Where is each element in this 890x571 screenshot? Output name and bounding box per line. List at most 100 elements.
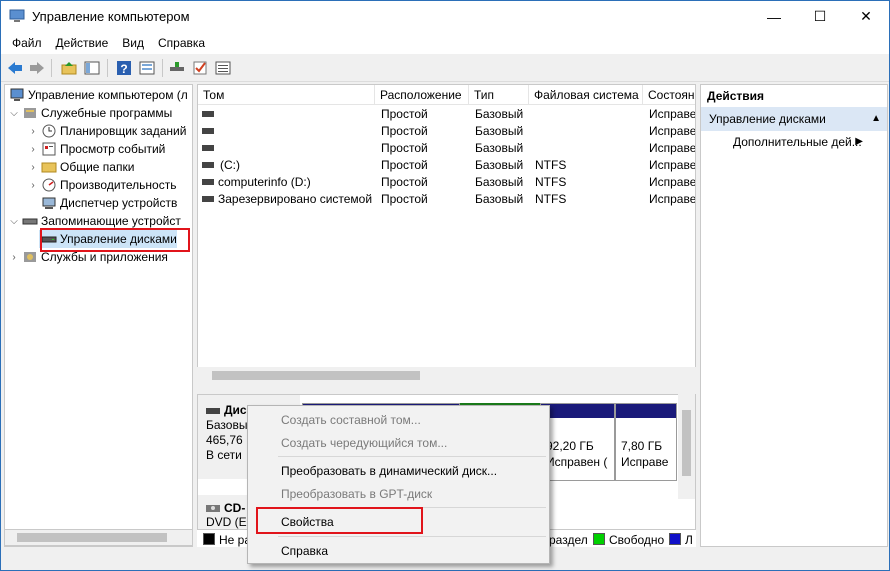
- storage-icon: [22, 218, 38, 225]
- chevron-right-icon[interactable]: ›: [27, 162, 39, 173]
- scroll-thumb[interactable]: [17, 533, 167, 542]
- tree-item-performance[interactable]: › Производительность: [27, 176, 176, 194]
- menu-properties[interactable]: Свойства: [249, 511, 549, 533]
- tree-label-disk-management: Управление дисками: [60, 232, 177, 246]
- volume-status: Исправе: [649, 175, 696, 189]
- menu-convert-dynamic[interactable]: Преобразовать в динамический диск...: [249, 460, 549, 482]
- computer-management-window: Управление компьютером — ☐ ✕ Файл Действ…: [0, 0, 890, 571]
- partition-block[interactable]: 92,20 ГБ Исправен (: [540, 403, 615, 481]
- tree-item-services-apps[interactable]: › Службы и приложения: [8, 248, 168, 266]
- tree-label-event-viewer: Просмотр событий: [60, 142, 166, 156]
- tree-label-root: Управление компьютером (л: [28, 88, 188, 102]
- scroll-thumb[interactable]: [212, 371, 420, 380]
- forward-icon[interactable]: [27, 58, 47, 78]
- graph-vertical-scrollbar[interactable]: [678, 394, 695, 499]
- check-icon[interactable]: [190, 58, 210, 78]
- tree-item-task-scheduler[interactable]: › Планировщик заданий: [27, 122, 186, 140]
- chevron-right-icon[interactable]: ›: [8, 252, 20, 263]
- volume-status: Исправе: [649, 158, 696, 172]
- volume-layout: Простой: [381, 107, 428, 121]
- tree-horizontal-scrollbar[interactable]: [4, 529, 193, 546]
- tree-root[interactable]: Управление компьютером (л: [7, 86, 188, 104]
- volume-row[interactable]: computerinfo (D:) Простой Базовый NTFS И…: [198, 174, 696, 191]
- context-menu: Создать составной том... Создать чередую…: [247, 405, 550, 564]
- actions-more-button[interactable]: Дополнительные дей... ▶: [701, 131, 887, 153]
- services-icon: [24, 252, 36, 262]
- menu-action[interactable]: Действие: [49, 36, 116, 50]
- scroll-thumb[interactable]: [682, 410, 691, 476]
- svg-text:?: ?: [120, 62, 127, 76]
- minimize-button[interactable]: —: [751, 1, 797, 32]
- menu-create-spanned-volume[interactable]: Создать составной том...: [249, 409, 549, 431]
- volume-type: Базовый: [475, 192, 524, 206]
- tree-item-disk-management[interactable]: Управление дисками: [39, 230, 177, 248]
- properties-icon[interactable]: [137, 58, 157, 78]
- tree-item-shared-folders[interactable]: › Общие папки: [27, 158, 134, 176]
- chevron-down-icon[interactable]: ⌵: [8, 108, 20, 119]
- legend-partition: раздел: [549, 533, 588, 547]
- tree-label-device-manager: Диспетчер устройств: [60, 196, 178, 210]
- chevron-right-icon[interactable]: ›: [27, 126, 39, 137]
- maximize-button[interactable]: ☐: [797, 1, 843, 32]
- volume-row[interactable]: Простой Базовый Исправе: [198, 123, 696, 140]
- event-log-icon: [42, 142, 56, 156]
- column-header-layout[interactable]: Расположение: [375, 85, 469, 105]
- tree-item-storage[interactable]: ⌵ Запоминающие устройст: [8, 212, 181, 230]
- partition-status: Исправе: [621, 455, 669, 469]
- tree-label-task-scheduler: Планировщик заданий: [60, 124, 187, 138]
- device-manager-icon: [42, 197, 56, 209]
- chevron-right-icon[interactable]: ›: [27, 144, 39, 155]
- help-icon[interactable]: ?: [114, 58, 134, 78]
- column-header-status[interactable]: Состояние: [643, 85, 695, 105]
- navigation-tree: Управление компьютером (л ⌵ Служебные пр…: [4, 84, 193, 547]
- legend-free: Свободно: [609, 533, 665, 547]
- collapse-up-icon[interactable]: ▲: [871, 107, 881, 131]
- column-header-volume[interactable]: Том: [198, 85, 375, 105]
- clock-icon: [42, 124, 56, 138]
- disk-connect-icon[interactable]: [167, 58, 187, 78]
- tree-label-shared-folders: Общие папки: [60, 160, 135, 174]
- column-header-type[interactable]: Тип: [469, 85, 529, 105]
- volume-type: Базовый: [475, 107, 524, 121]
- volume-row[interactable]: Простой Базовый Исправе: [198, 140, 695, 157]
- partition-size: 7,80 ГБ: [621, 439, 663, 453]
- menu-help[interactable]: Справка: [151, 36, 212, 50]
- tree-item-system-tools[interactable]: ⌵ Служебные программы: [8, 104, 172, 122]
- menu-help[interactable]: Справка: [249, 540, 549, 562]
- menu-create-striped-volume[interactable]: Создать чередующийся том...: [249, 432, 549, 454]
- cd-drive-icon: [206, 505, 220, 512]
- chevron-right-icon[interactable]: ›: [27, 180, 39, 191]
- volume-row[interactable]: (C:) Простой Базовый NTFS Исправе: [198, 157, 696, 174]
- list-icon[interactable]: [213, 58, 233, 78]
- menu-convert-gpt[interactable]: Преобразовать в GPT-диск: [249, 483, 549, 505]
- menu-view[interactable]: Вид: [115, 36, 151, 50]
- tree-label-storage: Запоминающие устройст: [41, 214, 181, 228]
- chevron-down-icon[interactable]: ⌵: [8, 216, 20, 227]
- actions-section-disk-management[interactable]: Управление дисками ▲: [701, 107, 887, 131]
- up-folder-icon[interactable]: [59, 58, 79, 78]
- volume-list-horizontal-scrollbar[interactable]: [197, 367, 696, 384]
- volume-name: computerinfo (D:): [218, 175, 311, 189]
- show-tree-icon[interactable]: [82, 58, 102, 78]
- volume-status: Исправе: [649, 124, 696, 138]
- volume-layout: Простой: [381, 158, 428, 172]
- column-header-filesystem[interactable]: Файловая система: [529, 85, 643, 105]
- volume-name: (C:): [220, 158, 240, 172]
- volume-layout: Простой: [381, 192, 428, 206]
- volume-row[interactable]: Зарезервировано системой Простой Базовый…: [198, 191, 695, 208]
- partition-block[interactable]: 7,80 ГБ Исправе: [615, 403, 677, 481]
- menu-file[interactable]: Файл: [5, 36, 49, 50]
- back-icon[interactable]: [5, 58, 25, 78]
- close-button[interactable]: ✕: [843, 1, 889, 32]
- tree-item-device-manager[interactable]: Диспетчер устройств: [39, 194, 177, 212]
- volume-row[interactable]: Простой Базовый Исправе: [198, 106, 695, 123]
- title-bar: Управление компьютером — ☐ ✕: [1, 1, 889, 32]
- disk-management-icon: [41, 236, 57, 243]
- partition-status: Исправен (: [546, 455, 608, 469]
- tree-item-event-viewer[interactable]: › Просмотр событий: [27, 140, 165, 158]
- volume-layout: Простой: [381, 124, 428, 138]
- actions-header: Действия: [701, 85, 887, 107]
- tree-label-services-apps: Службы и приложения: [41, 250, 168, 264]
- triangle-right-icon: ▶: [855, 136, 863, 147]
- shared-folder-icon: [41, 162, 57, 173]
